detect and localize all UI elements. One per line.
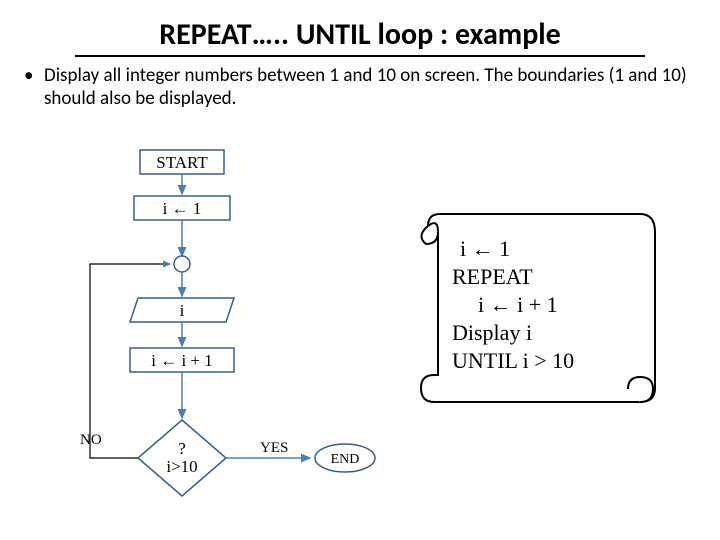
- connector-circle: [174, 256, 190, 272]
- code-line-2: REPEAT: [452, 264, 533, 289]
- decision-cond: i>10: [166, 457, 197, 476]
- no-label: NO: [80, 432, 102, 448]
- code-line-1: i ← 1: [460, 236, 510, 261]
- display-label: i: [180, 301, 185, 320]
- flowchart: START i ← 1 i i ← i + 1 ? i>10 NO YES EN…: [80, 150, 375, 496]
- diagram-canvas: START i ← 1 i i ← i + 1 ? i>10 NO YES EN…: [0, 0, 720, 540]
- decision-q: ?: [178, 439, 186, 458]
- code-line-4: Display i: [452, 320, 532, 345]
- init-label: i ← 1: [163, 199, 202, 218]
- increment-label: i ← i + 1: [151, 351, 213, 370]
- yes-label: YES: [260, 440, 288, 456]
- pseudocode-scroll: i ← 1 REPEAT i ← i + 1 Display i UNTIL i…: [421, 214, 655, 402]
- code-line-3: i ← i + 1: [478, 292, 558, 317]
- code-line-5: UNTIL i > 10: [452, 348, 574, 373]
- start-label: START: [156, 153, 208, 172]
- end-label: END: [331, 452, 360, 467]
